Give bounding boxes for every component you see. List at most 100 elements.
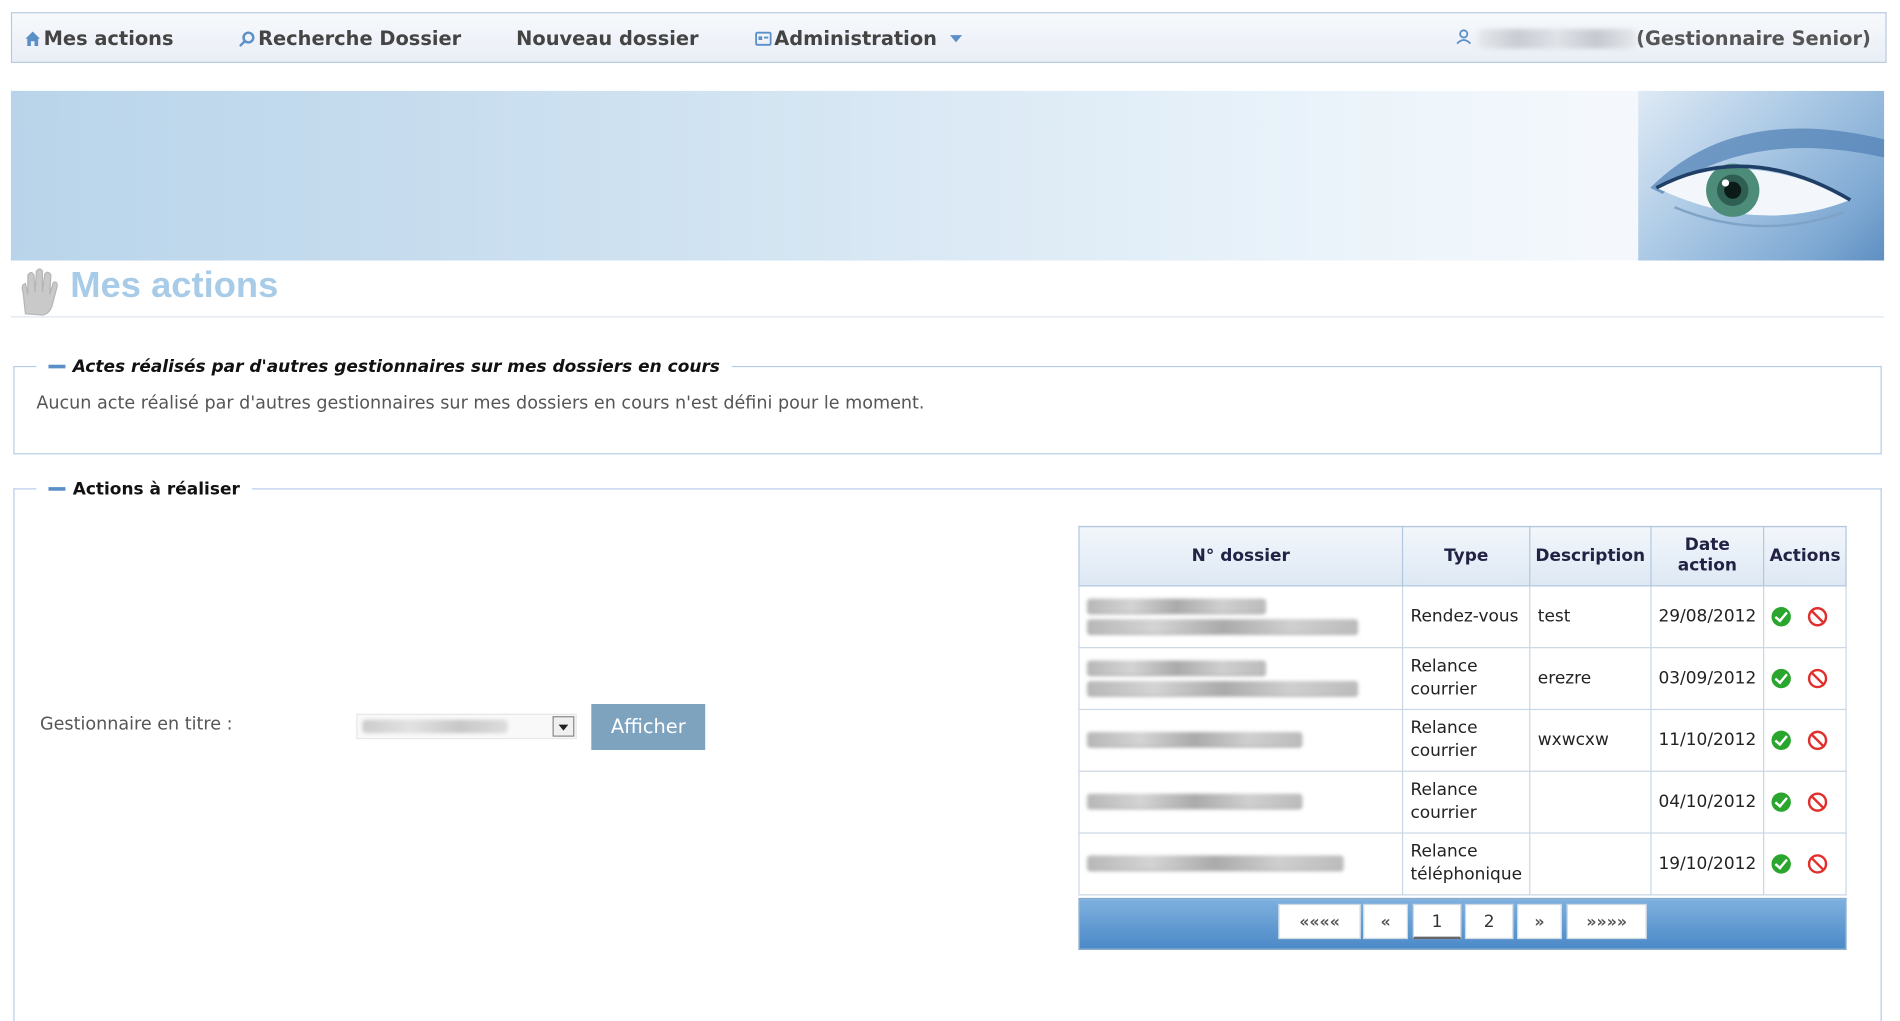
validate-icon[interactable] — [1772, 668, 1792, 688]
description-cell: test — [1529, 585, 1652, 649]
table-row: Relance courrier erezre 03/09/2012 — [1078, 647, 1847, 711]
pager-next-button[interactable]: » — [1517, 903, 1562, 940]
actions-cell — [1763, 770, 1847, 834]
type-l1: Relance — [1410, 718, 1478, 738]
type-l2: courrier — [1410, 679, 1477, 700]
validate-icon[interactable] — [1772, 853, 1792, 874]
validate-icon[interactable] — [1772, 791, 1792, 812]
dossier-link-redacted[interactable] — [1086, 659, 1267, 676]
gestionnaire-select[interactable] — [356, 713, 577, 740]
type-cell: Relance téléphonique — [1401, 832, 1531, 896]
type-l2: téléphonique — [1410, 865, 1523, 885]
dossier-cell — [1078, 770, 1404, 834]
type-cell: Relance courrier — [1401, 708, 1531, 772]
pager-page-2[interactable]: 2 — [1464, 903, 1514, 940]
banner-eye-image — [1638, 90, 1885, 261]
actions-cell — [1763, 647, 1847, 711]
nav-nouveau-dossier[interactable]: Nouveau dossier — [516, 27, 698, 50]
date-cell: 29/08/2012 — [1649, 585, 1765, 649]
table-header-row: N° dossier Type Description Date action … — [1078, 525, 1847, 587]
nav-administration-label: Administration — [774, 26, 937, 50]
top-navbar: Mes actions Recherche Dossier Nouveau do… — [10, 12, 1887, 64]
nav-mes-actions-label: Mes actions — [43, 26, 174, 50]
pager-prev-button[interactable]: « — [1363, 903, 1408, 940]
dossier-cell — [1078, 832, 1404, 896]
col-header-date-l1: Date — [1684, 535, 1730, 555]
pagination-bar: «««« « 1 2 » »»»» — [1078, 897, 1847, 950]
empty-message: Aucun acte réalisé par d'autres gestionn… — [36, 393, 925, 414]
dropdown-arrow-icon[interactable] — [552, 716, 575, 737]
search-icon — [239, 29, 256, 52]
selected-value-redacted — [362, 719, 508, 734]
admin-icon — [755, 29, 772, 52]
user-role: (Gestionnaire Senior) — [1636, 26, 1871, 50]
legend-actes-autres: Actes réalisés par d'autres gestionnaire… — [72, 357, 720, 377]
dossier-link-redacted[interactable] — [1086, 855, 1344, 872]
cancel-icon[interactable] — [1808, 668, 1828, 688]
description-cell — [1529, 832, 1652, 896]
type-l1: Rendez-vous — [1410, 606, 1519, 626]
dossier-link-redacted[interactable] — [1086, 680, 1359, 697]
col-header-date: Date action — [1649, 525, 1765, 587]
type-l1: Relance — [1410, 656, 1478, 677]
filter-label: Gestionnaire en titre : — [39, 714, 233, 735]
cancel-icon[interactable] — [1808, 853, 1828, 874]
nav-recherche-dossier[interactable]: Recherche Dossier — [239, 26, 462, 52]
nav-recherche-dossier-label: Recherche Dossier — [258, 26, 462, 50]
validate-icon[interactable] — [1772, 730, 1792, 750]
user-icon — [1455, 27, 1479, 50]
type-cell: Rendez-vous — [1401, 585, 1531, 649]
pager-page-1[interactable]: 1 — [1412, 903, 1462, 940]
user-menu[interactable]: (Gestionnaire Senior) — [1455, 27, 1871, 50]
page: Mes actions Recherche Dossier Nouveau do… — [0, 0, 1900, 1021]
actions-cell — [1763, 708, 1847, 772]
collapse-icon — [48, 487, 66, 491]
actions-cell — [1763, 832, 1847, 896]
type-cell: Relance courrier — [1401, 647, 1531, 711]
collapse-icon — [48, 364, 66, 369]
page-title: Mes actions — [70, 265, 279, 306]
header-banner — [10, 90, 1885, 261]
dossier-link-redacted[interactable] — [1086, 793, 1303, 810]
description-cell: wxwcxw — [1529, 708, 1652, 772]
pager-last-button[interactable]: »»»» — [1566, 903, 1647, 940]
fieldset-actes-autres: Actes réalisés par d'autres gestionnaire… — [13, 355, 1882, 455]
cancel-icon[interactable] — [1808, 606, 1828, 626]
description-cell — [1529, 770, 1652, 834]
type-cell: Relance courrier — [1401, 770, 1531, 834]
home-icon — [24, 29, 41, 52]
afficher-button[interactable]: Afficher — [591, 703, 706, 751]
date-cell: 03/09/2012 — [1649, 647, 1765, 711]
dossier-cell — [1078, 647, 1404, 711]
fieldset-legend[interactable]: Actions à réaliser — [36, 477, 252, 502]
user-name-redacted — [1478, 29, 1637, 49]
nav-nouveau-dossier-label: Nouveau dossier — [516, 26, 699, 50]
legend-actions-a-realiser: Actions à réaliser — [72, 479, 240, 500]
description-cell: erezre — [1529, 647, 1652, 711]
col-header-actions: Actions — [1763, 525, 1847, 587]
actions-table: N° dossier Type Description Date action … — [1078, 525, 1847, 896]
page-title-row: Mes actions — [10, 263, 1885, 321]
table-row: Relance courrier wxwcxw 11/10/2012 — [1078, 708, 1847, 772]
pager-first-button[interactable]: «««« — [1278, 903, 1361, 940]
nav-administration[interactable]: Administration — [755, 27, 962, 52]
col-header-ndossier: N° dossier — [1078, 525, 1404, 587]
col-header-date-l2: action — [1677, 556, 1737, 576]
validate-icon[interactable] — [1772, 606, 1792, 626]
dossier-link-redacted[interactable] — [1086, 618, 1359, 635]
col-header-description: Description — [1529, 525, 1652, 587]
dossier-cell — [1078, 708, 1404, 772]
hand-icon — [16, 265, 64, 321]
table-row: Relance téléphonique 19/10/2012 — [1078, 832, 1847, 896]
date-cell: 19/10/2012 — [1649, 832, 1765, 896]
table-row: Rendez-vous test 29/08/2012 — [1078, 585, 1847, 649]
fieldset-legend[interactable]: Actes réalisés par d'autres gestionnaire… — [36, 355, 733, 380]
cancel-icon[interactable] — [1808, 730, 1828, 750]
nav-mes-actions[interactable]: Mes actions — [24, 26, 174, 52]
dossier-link-redacted[interactable] — [1086, 597, 1267, 614]
dossier-link-redacted[interactable] — [1086, 731, 1303, 748]
type-l2: courrier — [1410, 741, 1477, 761]
cancel-icon[interactable] — [1808, 791, 1828, 812]
type-l1: Relance — [1410, 842, 1478, 862]
dossier-cell — [1078, 585, 1404, 649]
